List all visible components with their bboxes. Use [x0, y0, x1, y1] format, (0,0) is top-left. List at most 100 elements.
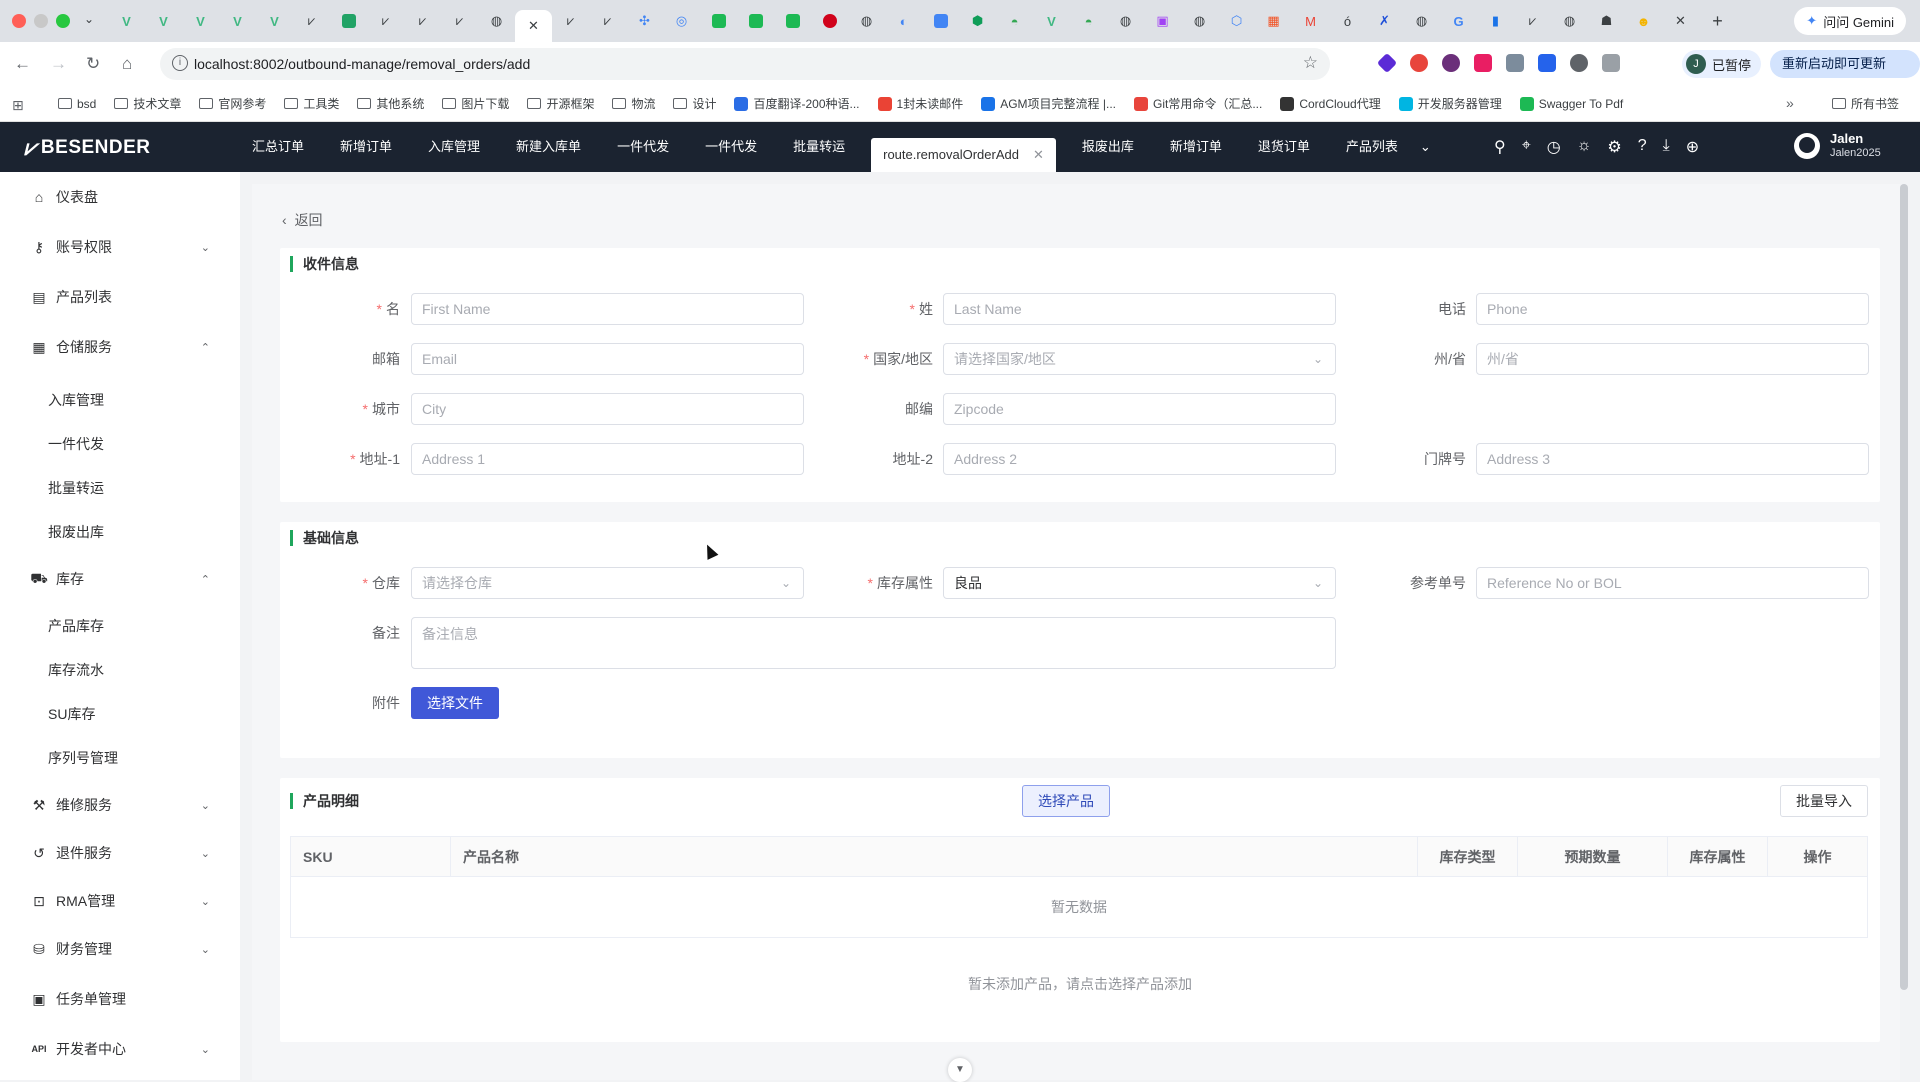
browser-tab[interactable]: [330, 10, 367, 32]
browser-tab[interactable]: ◓: [1070, 10, 1107, 32]
download-icon[interactable]: ⤓: [1663, 137, 1670, 157]
browser-tab[interactable]: M: [1292, 10, 1329, 32]
browser-tab[interactable]: V: [219, 10, 256, 32]
clock-icon[interactable]: ◷: [1547, 137, 1561, 157]
sidebar-item-inventory[interactable]: ⛟ 库存 ⌃: [0, 554, 240, 604]
browser-tab[interactable]: [922, 10, 959, 32]
help-icon[interactable]: ?: [1638, 137, 1647, 157]
bookmark-item[interactable]: 1封未读邮件: [877, 95, 963, 112]
minimize-window-button[interactable]: [34, 14, 48, 28]
browser-tab[interactable]: ⩗: [552, 10, 589, 32]
browser-tab[interactable]: [811, 10, 848, 32]
country-select[interactable]: 请选择国家/地区 ⌄: [943, 343, 1336, 375]
browser-tab[interactable]: ☻: [1625, 10, 1662, 32]
top-nav-item[interactable]: 入库管理: [410, 122, 498, 172]
sidebar-item-dashboard[interactable]: ⌂ 仪表盘: [0, 172, 240, 222]
extension-icon[interactable]: [1570, 54, 1588, 72]
active-browser-tab-close-icon[interactable]: ✕: [515, 10, 552, 42]
browser-tab[interactable]: ▮: [1477, 10, 1514, 32]
bookmark-item[interactable]: Swagger To Pdf: [1519, 95, 1623, 112]
state-input[interactable]: 州/省: [1476, 343, 1869, 375]
browser-tab[interactable]: [700, 10, 737, 32]
browser-tab[interactable]: V: [145, 10, 182, 32]
globe-icon[interactable]: ◍: [848, 10, 885, 32]
address1-input[interactable]: Address 1: [411, 443, 804, 475]
chevron-right-double-icon[interactable]: »: [1786, 95, 1794, 111]
back-arrow-icon[interactable]: ←: [14, 54, 31, 74]
browser-tab[interactable]: ⩗: [589, 10, 626, 32]
first-name-input[interactable]: First Name: [411, 293, 804, 325]
new-tab-icon[interactable]: +: [1699, 10, 1736, 32]
top-nav-item[interactable]: 批量转运: [775, 122, 863, 172]
browser-tab[interactable]: ✕: [1662, 10, 1699, 32]
browser-tab[interactable]: ◓: [996, 10, 1033, 32]
zipcode-input[interactable]: Zipcode: [943, 393, 1336, 425]
sidebar-subitem-stock-flow[interactable]: 库存流水: [48, 648, 104, 692]
user-menu[interactable]: Jalen Jalen2025: [1794, 131, 1881, 160]
tab-search-chevron-icon[interactable]: ⌄: [84, 12, 94, 26]
extension-icon[interactable]: [1376, 52, 1398, 74]
sidebar-item-warehouse[interactable]: ▦ 仓储服务 ⌃: [0, 322, 240, 372]
sun-icon[interactable]: ☼: [1577, 137, 1592, 157]
browser-tab[interactable]: V: [182, 10, 219, 32]
bookmark-item[interactable]: 官网参考: [199, 95, 266, 112]
bookmark-item[interactable]: 图片下载: [442, 95, 509, 112]
warehouse-select[interactable]: 请选择仓库 ⌄: [411, 567, 804, 599]
select-product-button[interactable]: 选择产品: [1022, 785, 1110, 817]
extension-icon[interactable]: [1410, 54, 1428, 72]
browser-tab[interactable]: ✣: [626, 10, 663, 32]
top-nav-item[interactable]: 产品列表: [1328, 122, 1416, 172]
sidebar-item-finance[interactable]: ⛁ 财务管理 ⌄: [0, 924, 240, 974]
url-text[interactable]: localhost:8002/outbound-manage/removal_o…: [194, 56, 530, 72]
close-tab-icon[interactable]: ✕: [1033, 138, 1044, 172]
bookmark-item[interactable]: bsd: [58, 95, 96, 112]
globe-icon[interactable]: ◍: [1181, 10, 1218, 32]
sidebar-subitem-su-stock[interactable]: SU库存: [48, 692, 95, 736]
browser-tab[interactable]: ⩗: [404, 10, 441, 32]
address2-input[interactable]: Address 2: [943, 443, 1336, 475]
top-nav-active-tab[interactable]: route.removalOrderAdd ✕: [871, 138, 1056, 172]
search-icon[interactable]: ⚲: [1494, 137, 1506, 157]
browser-tab[interactable]: V: [1033, 10, 1070, 32]
extension-icon[interactable]: [1538, 54, 1556, 72]
globe-icon[interactable]: ◍: [478, 10, 515, 32]
globe-icon[interactable]: ◍: [1107, 10, 1144, 32]
browser-tab[interactable]: ▦: [1255, 10, 1292, 32]
sidebar-item-rma[interactable]: ⊡ RMA管理 ⌄: [0, 876, 240, 926]
bookmark-item[interactable]: Git常用命令（汇总...: [1134, 95, 1262, 112]
browser-tab[interactable]: ✗: [1366, 10, 1403, 32]
update-button[interactable]: 重新启动即可更新 ⋮: [1770, 50, 1920, 99]
forward-arrow-icon[interactable]: →: [50, 54, 67, 74]
top-nav-item[interactable]: 报废出库: [1064, 122, 1152, 172]
plus-circle-icon[interactable]: ⊕: [1686, 137, 1699, 157]
browser-tab[interactable]: V: [108, 10, 145, 32]
extension-icon[interactable]: [1474, 54, 1492, 72]
sidebar-subitem-product-stock[interactable]: 产品库存: [48, 604, 104, 648]
bookmark-item[interactable]: 工具类: [284, 95, 339, 112]
sidebar-subitem-dropship[interactable]: 一件代发: [48, 422, 104, 466]
gear-icon[interactable]: ⚙: [1607, 137, 1621, 157]
browser-tab[interactable]: ⬢: [959, 10, 996, 32]
top-nav-item[interactable]: 退货订单: [1240, 122, 1328, 172]
location-pin-icon[interactable]: ⌖: [1522, 137, 1531, 157]
chevron-down-icon[interactable]: ⌄: [1416, 122, 1435, 172]
top-nav-item[interactable]: 汇总订单: [234, 122, 322, 172]
browser-tab[interactable]: V: [256, 10, 293, 32]
city-input[interactable]: City: [411, 393, 804, 425]
browser-tab[interactable]: ◎: [663, 10, 700, 32]
browser-tab[interactable]: ⩗: [367, 10, 404, 32]
top-nav-item[interactable]: 新建入库单: [498, 122, 599, 172]
sidebar-subitem-transfer[interactable]: 批量转运: [48, 466, 104, 510]
profile-paused-button[interactable]: J 已暂停: [1682, 50, 1762, 78]
browser-tab[interactable]: ▣: [1144, 10, 1181, 32]
top-nav-item[interactable]: 新增订单: [322, 122, 410, 172]
bookmark-item[interactable]: 技术文章: [114, 95, 181, 112]
bookmark-item[interactable]: 物流: [612, 95, 655, 112]
globe-icon[interactable]: ◍: [1403, 10, 1440, 32]
browser-tab[interactable]: [737, 10, 774, 32]
home-icon[interactable]: ⌂: [122, 54, 132, 74]
globe-icon[interactable]: ◍: [1551, 10, 1588, 32]
bookmark-item[interactable]: AGM项目完整流程 |...: [981, 95, 1116, 112]
phone-input[interactable]: Phone: [1476, 293, 1869, 325]
browser-tab[interactable]: ☗: [1588, 10, 1625, 32]
